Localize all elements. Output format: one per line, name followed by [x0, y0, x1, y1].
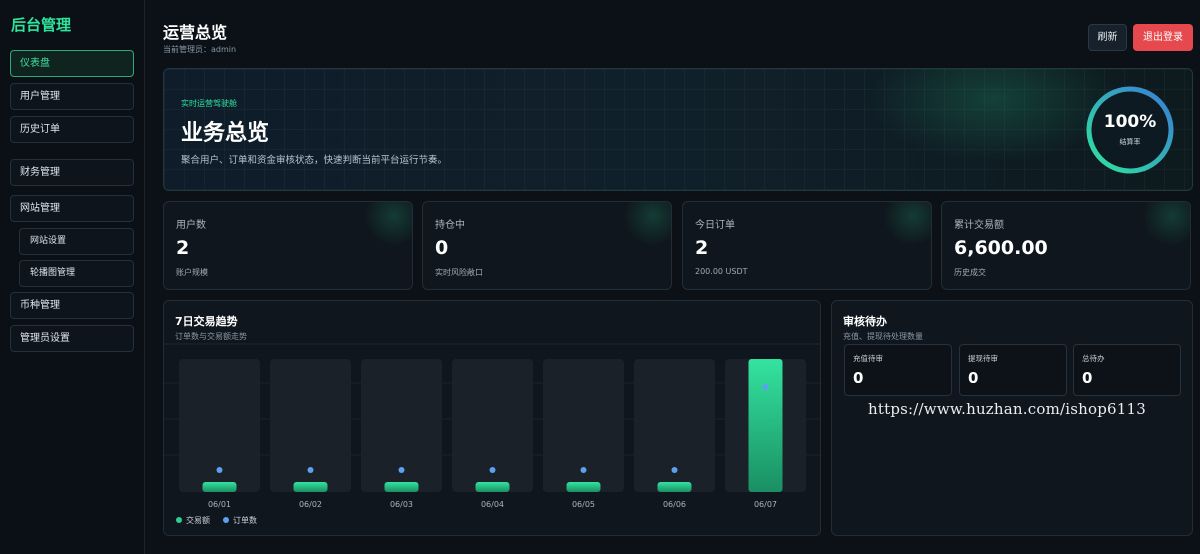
- chart-subtitle: 订单数与交易额走势: [175, 332, 247, 341]
- current-admin-text: 当前管理员：admin: [163, 45, 237, 54]
- page-title: 运营总览: [163, 23, 228, 42]
- chart-tick-label: 06/05: [572, 500, 595, 509]
- main-content: 运营总览 当前管理员：admin 刷新 退出登录 实时运营驾驶舱 业务总览 聚合…: [145, 0, 1200, 554]
- stat-value: 2: [176, 237, 190, 259]
- chart-bar[interactable]: [566, 482, 601, 492]
- chart-tick-label: 06/03: [390, 500, 413, 509]
- chart-tick-label: 06/04: [481, 500, 504, 509]
- stat-sub: 200.00 USDT: [695, 267, 748, 276]
- chart-point[interactable]: [216, 467, 223, 473]
- chart-bar[interactable]: [384, 482, 419, 492]
- sidebar-item-dashboard[interactable]: 仪表盘: [10, 50, 134, 77]
- stat-value: 2: [695, 237, 709, 259]
- gauge-value: 100%: [1103, 112, 1157, 132]
- review-todo-panel: 审核待办 充值、提现待处理数量 充值待审 0 提现待审 0 总待办 0: [831, 300, 1193, 536]
- chart-bar[interactable]: [748, 359, 783, 492]
- review-card-value: 0: [1082, 369, 1093, 387]
- stat-sub: 账户规模: [176, 268, 208, 277]
- brand-title: 后台管理: [11, 16, 72, 34]
- sidebar-item-users[interactable]: 用户管理: [10, 83, 134, 110]
- chart-point[interactable]: [307, 467, 314, 473]
- chart-bar[interactable]: [293, 482, 328, 492]
- chart-bar[interactable]: [202, 482, 237, 492]
- review-card-value: 0: [853, 369, 864, 387]
- chart-tick-label: 06/07: [754, 500, 777, 509]
- logout-button[interactable]: 退出登录: [1133, 24, 1193, 51]
- chart-tick-label: 06/02: [299, 500, 322, 509]
- stat-card-total-volume: 累计交易额 6,600.00 历史成交: [941, 201, 1191, 290]
- chart-tick-label: 06/06: [663, 500, 686, 509]
- sidebar-item-site-settings[interactable]: 网站设置: [19, 228, 134, 255]
- chart-tick-label: 06/01: [208, 500, 231, 509]
- gauge-label: 结算率: [1119, 138, 1141, 146]
- chart-title: 7日交易趋势: [175, 315, 238, 328]
- review-card-withdraw[interactable]: 提现待审 0: [959, 344, 1067, 396]
- stat-label: 累计交易额: [954, 220, 1004, 231]
- review-card-label: 总待办: [1082, 354, 1105, 363]
- stat-label: 用户数: [176, 220, 206, 231]
- legend-label-bar: 交易额: [186, 515, 210, 525]
- sidebar-item-currency[interactable]: 币种管理: [10, 292, 134, 319]
- stat-card-today-orders: 今日订单 2 200.00 USDT: [682, 201, 932, 290]
- stat-sub: 历史成交: [954, 268, 986, 277]
- refresh-button[interactable]: 刷新: [1088, 24, 1127, 51]
- stat-card-users: 用户数 2 账户规模: [163, 201, 413, 290]
- stat-card-open-positions: 持仓中 0 实时风险敞口: [422, 201, 672, 290]
- chart-bar[interactable]: [475, 482, 510, 492]
- stat-label: 持仓中: [435, 220, 465, 231]
- chart-bar[interactable]: [657, 482, 692, 492]
- sidebar-item-finance[interactable]: 财务管理: [10, 159, 134, 186]
- stat-value: 0: [435, 237, 449, 259]
- hero-description: 聚合用户、订单和资金审核状态，快速判断当前平台运行节奏。: [181, 155, 448, 166]
- review-card-label: 充值待审: [853, 354, 883, 363]
- stat-value: 6,600.00: [954, 237, 1048, 259]
- chart-point[interactable]: [580, 467, 587, 473]
- hero-tag: 实时运营驾驶舱: [181, 99, 237, 108]
- review-title: 审核待办: [843, 315, 887, 328]
- stat-sub: 实时风险敞口: [435, 268, 483, 277]
- sidebar-item-banner-management[interactable]: 轮播图管理: [19, 260, 134, 287]
- stat-label: 今日订单: [695, 220, 735, 231]
- legend-point-swatch: [223, 517, 229, 523]
- legend-label-point: 订单数: [233, 515, 257, 525]
- legend-bar-swatch: [176, 517, 182, 523]
- review-card-value: 0: [968, 369, 979, 387]
- watermark-url: https://www.huzhan.com/ishop6113: [868, 400, 1147, 418]
- trend-chart: 06/01 06/02 06/03 06/04 06/05 06/06 06/07 交易额 订单…: [164, 343, 820, 525]
- review-card-total[interactable]: 总待办 0: [1073, 344, 1181, 396]
- overview-hero: 实时运营驾驶舱 业务总览 聚合用户、订单和资金审核状态，快速判断当前平台运行节奏…: [163, 68, 1193, 191]
- chart-point[interactable]: [671, 467, 678, 473]
- chart-point[interactable]: [489, 467, 496, 473]
- chart-point[interactable]: [398, 467, 405, 473]
- sidebar-item-order-history[interactable]: 历史订单: [10, 116, 134, 143]
- sidebar-item-site-management[interactable]: 网站管理: [10, 195, 134, 222]
- trend-chart-panel: 06/01 06/02 06/03 06/04 06/05 06/06 06/07 交易额 订单…: [163, 300, 821, 536]
- sidebar-item-admin-settings[interactable]: 管理员设置: [10, 325, 134, 352]
- review-card-deposit[interactable]: 充值待审 0: [844, 344, 952, 396]
- chart-point[interactable]: [762, 383, 769, 390]
- hero-grid-background: [164, 69, 1192, 190]
- hero-title: 业务总览: [181, 121, 270, 146]
- sidebar: 后台管理 仪表盘 用户管理 历史订单 财务管理 网站管理 网站设置 轮播图管理 …: [0, 0, 145, 554]
- review-card-label: 提现待审: [968, 354, 998, 363]
- review-subtitle: 充值、提现待处理数量: [843, 332, 923, 341]
